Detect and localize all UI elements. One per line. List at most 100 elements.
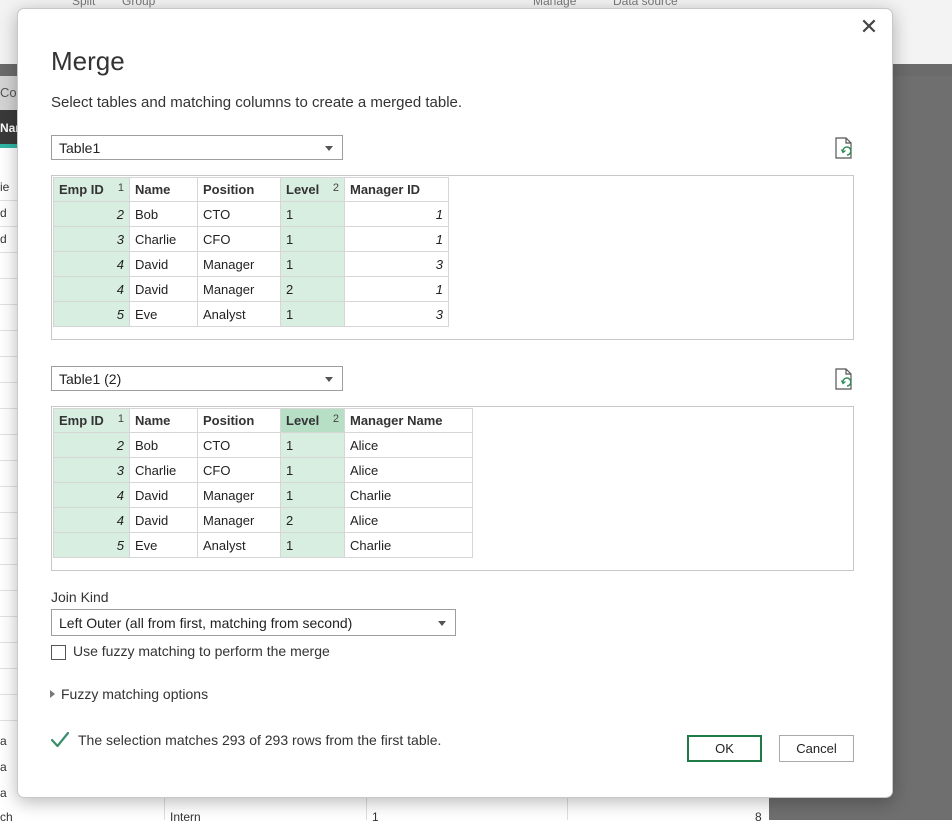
ribbon-manage[interactable]: Manage (533, 0, 576, 8)
key-order-badge: 2 (332, 182, 339, 194)
table-cell: Manager (197, 482, 281, 508)
close-icon: ✕ (859, 14, 879, 39)
ribbon-split[interactable]: Split (72, 0, 95, 8)
background-row-line (0, 694, 18, 695)
fuzzy-matching-checkbox[interactable] (51, 645, 66, 660)
fuzzy-options-toggle[interactable]: Fuzzy matching options (50, 686, 208, 702)
background-row-line (0, 616, 18, 617)
second-table-select[interactable]: Table1 (2) (51, 366, 343, 391)
table-cell: Alice (344, 507, 473, 533)
join-kind-label: Join Kind (51, 589, 109, 605)
table-cell: 1 (280, 432, 345, 458)
chevron-down-icon (325, 146, 333, 151)
column-header-label: Level (286, 413, 320, 428)
table-cell: 1 (280, 226, 345, 252)
chevron-down-icon (325, 377, 333, 382)
key-order-badge: 1 (117, 413, 124, 425)
first-table-select-value: Table1 (59, 140, 101, 156)
table-cell: Manager (197, 251, 281, 277)
join-kind-select[interactable]: Left Outer (all from first, matching fro… (51, 609, 456, 636)
column-header-manager-id[interactable]: Manager ID (344, 177, 449, 202)
table-cell: Analyst (197, 301, 281, 327)
table-cell: 3 (344, 251, 449, 277)
table-cell: 1 (280, 201, 345, 227)
column-header-position[interactable]: Position (197, 408, 281, 433)
background-row-line (0, 668, 18, 669)
background-cell: ch (0, 810, 13, 824)
table-cell: Alice (344, 457, 473, 483)
table-cell: Charlie (344, 482, 473, 508)
table-cell: Charlie (129, 457, 198, 483)
fuzzy-matching-label[interactable]: Use fuzzy matching to perform the merge (73, 643, 330, 659)
table-cell: Eve (129, 301, 198, 327)
table-cell: Bob (129, 201, 198, 227)
ribbon-group[interactable]: Group (122, 0, 155, 8)
table-cell: David (129, 507, 198, 533)
column-header-label: Name (135, 413, 171, 428)
background-column-header[interactable]: Nar (0, 110, 20, 144)
ok-button[interactable]: OK (687, 735, 762, 762)
table-row: 2 Bob CTO 1 Alice (53, 432, 473, 458)
background-cell: 8 (755, 810, 762, 824)
chevron-right-icon (50, 690, 55, 698)
column-header-name[interactable]: Name (129, 177, 198, 202)
table-cell: 1 (344, 276, 449, 302)
background-row-line (0, 356, 18, 357)
table-cell: 3 (53, 457, 130, 483)
background-cell: a (0, 786, 7, 800)
table-cell: 2 (280, 276, 345, 302)
table-cell: 5 (53, 532, 130, 558)
background-cell: a (0, 760, 7, 774)
column-header-manager-name[interactable]: Manager Name (344, 408, 473, 433)
second-table-select-value: Table1 (2) (59, 371, 122, 387)
column-header-level[interactable]: Level 2 (280, 408, 345, 433)
close-button[interactable]: ✕ (856, 14, 882, 40)
background-row-line (0, 486, 18, 487)
column-header-emp-id[interactable]: Emp ID 1 (53, 408, 130, 433)
second-table-preview: Emp ID 1 Name Position Level 2 Manager Nam… (51, 406, 854, 571)
table-header-row: Emp ID 1 Name Position Level 2 Manager Nam… (53, 408, 473, 433)
background-row-line (0, 408, 18, 409)
column-header-label: Position (203, 413, 255, 428)
column-header-level[interactable]: Level 2 (280, 177, 345, 202)
table-cell: Charlie (129, 226, 198, 252)
table-cell: CTO (197, 432, 281, 458)
join-kind-value: Left Outer (all from first, matching fro… (59, 615, 353, 631)
column-header-label: Name (135, 182, 171, 197)
background-cell: a (0, 734, 7, 748)
refresh-preview-icon[interactable] (834, 368, 854, 390)
column-header-position[interactable]: Position (197, 177, 281, 202)
table-cell: 1 (280, 532, 345, 558)
first-table-select[interactable]: Table1 (51, 135, 343, 160)
ribbon-data-source[interactable]: Data source (613, 0, 678, 8)
table-cell: Analyst (197, 532, 281, 558)
background-row-line (0, 330, 18, 331)
table-cell: David (129, 251, 198, 277)
column-header-emp-id[interactable]: Emp ID 1 (53, 177, 130, 202)
background-cell: ie (0, 180, 10, 194)
column-header-label: Emp ID (59, 413, 104, 428)
background-cell: 1 (372, 810, 379, 824)
cancel-button[interactable]: Cancel (779, 735, 854, 762)
background-cell: Intern (170, 810, 201, 824)
table-header-row: Emp ID 1 Name Position Level 2 Manager ID (53, 177, 449, 202)
dialog-title: Merge (51, 46, 125, 76)
table-cell: David (129, 276, 198, 302)
column-header-label: Manager Name (350, 413, 443, 428)
table-cell: 5 (53, 301, 130, 327)
table-cell: CFO (197, 457, 281, 483)
background-row-line (0, 512, 18, 513)
background-row-line (0, 278, 18, 279)
column-header-name[interactable]: Name (129, 408, 198, 433)
background-row-line (0, 226, 18, 227)
table-cell: CTO (197, 201, 281, 227)
key-order-badge: 1 (117, 182, 124, 194)
refresh-preview-icon[interactable] (834, 137, 854, 159)
merge-dialog: ✕ Merge Select tables and matching colum… (17, 8, 893, 798)
key-order-badge: 2 (332, 413, 339, 425)
table-cell: 1 (280, 457, 345, 483)
first-table-preview: Emp ID 1 Name Position Level 2 Manager ID … (51, 175, 854, 340)
background-row-line (0, 252, 18, 253)
table-cell: 1 (280, 482, 345, 508)
formula-fragment: Co (0, 85, 17, 100)
